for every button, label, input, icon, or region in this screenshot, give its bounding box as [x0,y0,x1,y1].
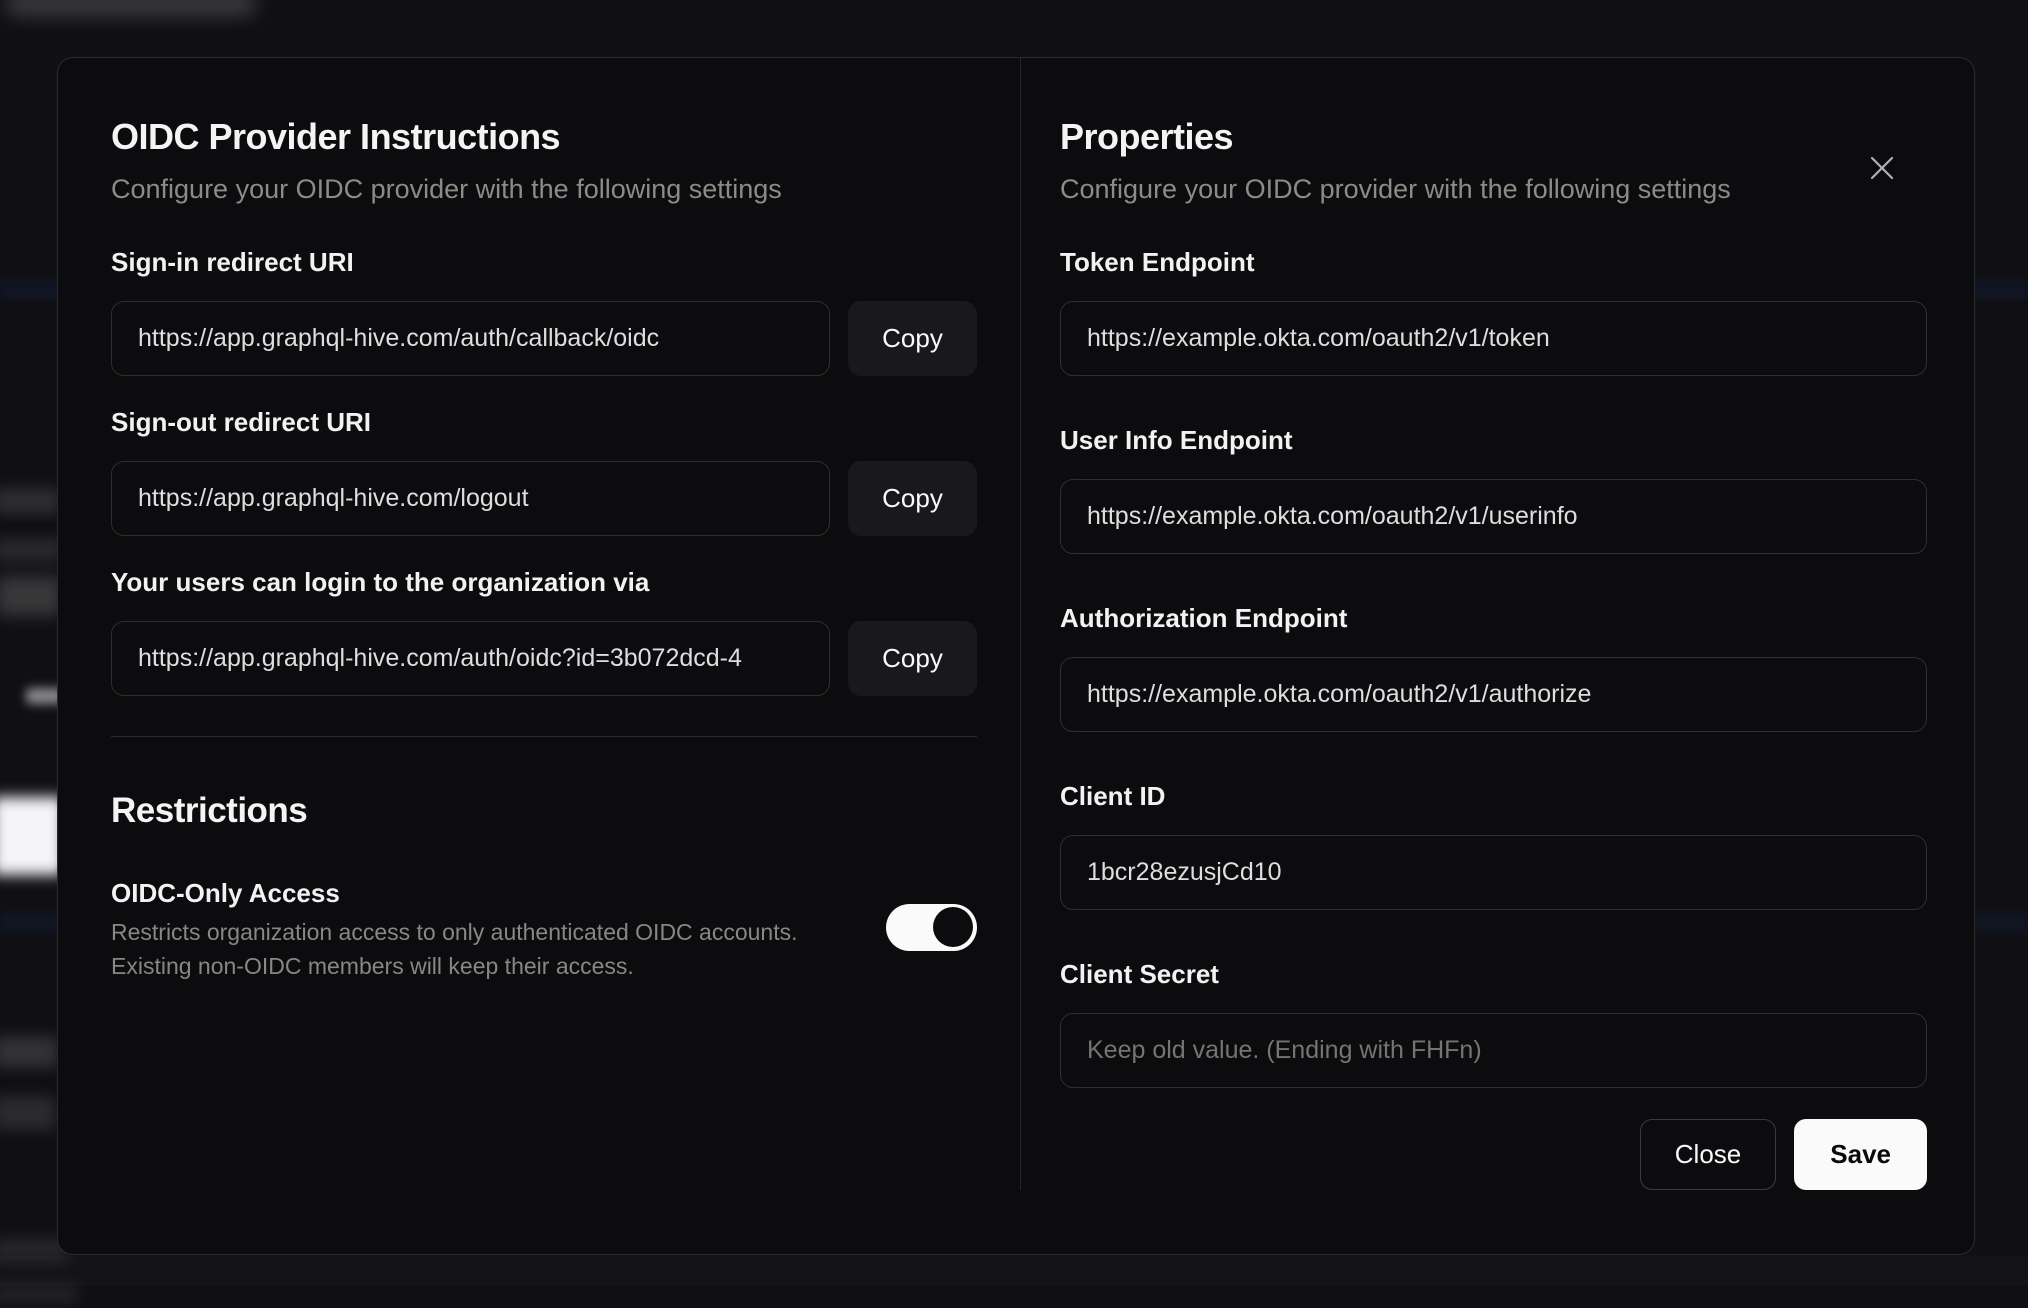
token-endpoint-input[interactable] [1060,301,1927,376]
background-blur-text [0,1036,58,1068]
properties-subtitle: Configure your OIDC provider with the fo… [1060,174,1731,204]
instructions-pane: OIDC Provider Instructions Configure you… [58,58,1020,1254]
oidc-only-toggle[interactable] [886,904,977,951]
page-background: OIDC Provider Instructions Configure you… [0,0,2028,1308]
client-id-input[interactable] [1060,835,1927,910]
login-url-input[interactable] [111,621,830,696]
token-endpoint-label: Token Endpoint [1060,247,1255,277]
close-button[interactable]: Close [1639,1119,1777,1190]
signout-redirect-input[interactable] [111,461,830,536]
signout-redirect-label: Sign-out redirect URI [111,407,372,437]
userinfo-endpoint-label: User Info Endpoint [1060,425,1293,455]
copy-signin-button[interactable]: Copy [848,301,977,376]
oidc-only-access-label: OIDC-Only Access [111,878,340,908]
background-blur-topbar [6,0,256,16]
background-blur-text [0,488,60,514]
oidc-only-access-description: Restricts organization access to only au… [111,919,798,979]
background-bottom-band [0,1256,2028,1286]
signout-redirect-row: Copy [111,461,977,536]
toggle-thumb [933,907,973,947]
authorization-endpoint-label: Authorization Endpoint [1060,603,1348,633]
userinfo-endpoint-input[interactable] [1060,479,1927,554]
background-blur-white-button [0,797,64,875]
background-blur-text [0,1096,56,1130]
authorization-endpoint-input[interactable] [1060,657,1927,732]
signin-redirect-row: Copy [111,301,977,376]
signin-redirect-label: Sign-in redirect URI [111,247,354,277]
login-url-row: Copy [111,621,977,696]
oidc-only-access-texts: OIDC-Only Access Restricts organization … [111,877,798,983]
properties-pane: Properties Configure your OIDC provider … [1020,58,1974,1254]
restrictions-title: Restrictions [111,791,308,830]
signin-redirect-input[interactable] [111,301,830,376]
properties-title: Properties [1060,116,1234,157]
section-divider [111,736,977,737]
client-id-label: Client ID [1060,781,1166,811]
background-blur-text [0,1284,78,1304]
copy-signout-button[interactable]: Copy [848,461,977,536]
modal-actions: Close Save [1060,1119,1927,1190]
oidc-only-access-row: OIDC-Only Access Restricts organization … [111,877,977,983]
copy-login-url-button[interactable]: Copy [848,621,977,696]
client-secret-input[interactable] [1060,1013,1927,1088]
background-blur-text [0,538,64,562]
instructions-title: OIDC Provider Instructions [111,116,561,157]
oidc-settings-modal: OIDC Provider Instructions Configure you… [57,57,1975,1255]
save-button[interactable]: Save [1794,1119,1927,1190]
client-secret-label: Client Secret [1060,959,1219,989]
instructions-subtitle: Configure your OIDC provider with the fo… [111,174,782,204]
background-blur-text [0,576,62,616]
login-url-label: Your users can login to the organization… [111,567,650,597]
